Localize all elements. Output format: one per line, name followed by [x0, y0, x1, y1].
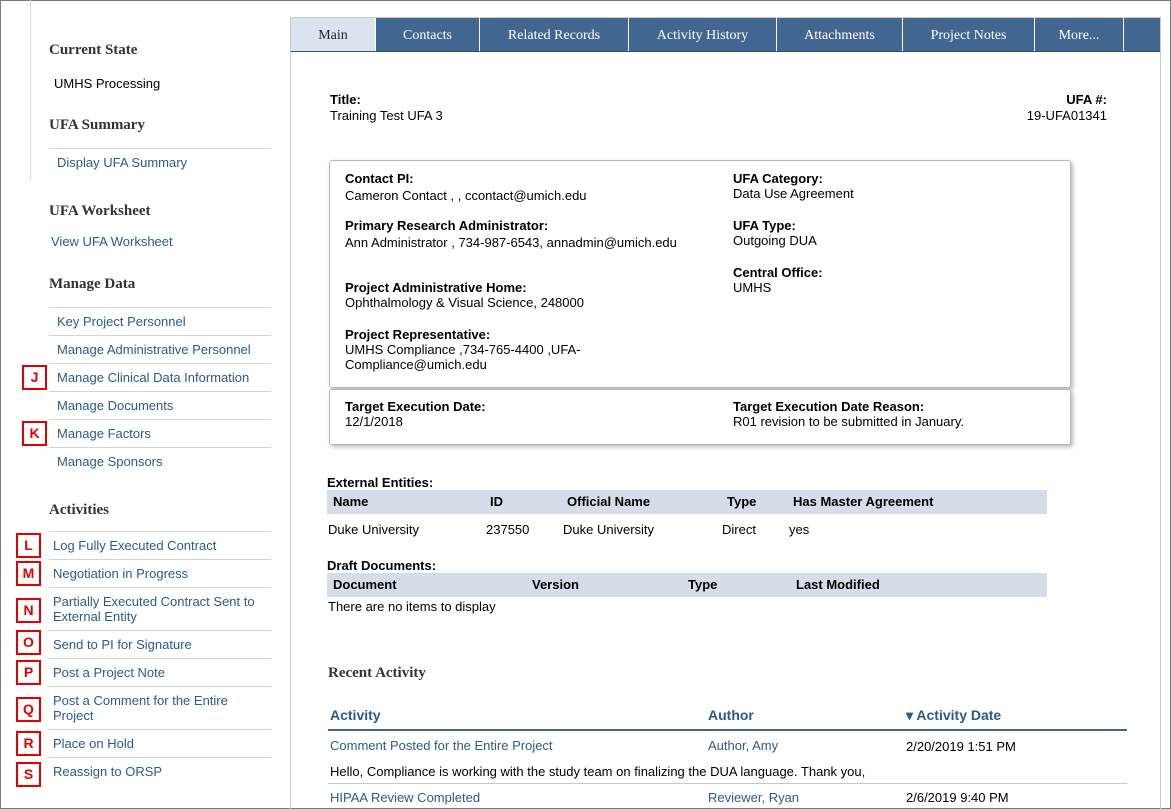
title-label: Title: [330, 92, 361, 107]
annotation-badge-q: Q [16, 697, 41, 722]
external-entities-header: Name ID Official Name Type Has Master Ag… [327, 490, 1047, 514]
current-state-value: UMHS Processing [54, 76, 161, 91]
col-official-name: Official Name [567, 494, 651, 509]
annotation-badge-r: R [16, 731, 41, 756]
entity-official-name: Duke University [563, 522, 655, 537]
central-office-value: UMHS [733, 280, 772, 295]
draft-documents-heading: Draft Documents: [327, 558, 437, 573]
central-office-label: Central Office: [733, 265, 823, 280]
sidebar-divider [30, 0, 31, 180]
col-name: Name [333, 494, 369, 509]
view-ufa-worksheet-link[interactable]: View UFA Worksheet [51, 234, 173, 249]
activity-date: 2/6/2019 9:40 PM [906, 790, 1009, 805]
target-execution-date-label: Target Execution Date: [345, 399, 486, 414]
entity-type: Direct [722, 522, 756, 537]
log-fully-executed-contract-link[interactable]: Log Fully Executed Contract [49, 531, 271, 559]
contact-pi-label: Contact PI: [345, 171, 414, 186]
project-admin-home-label: Project Administrative Home: [345, 280, 527, 295]
draft-documents-empty: There are no items to display [328, 599, 496, 614]
target-execution-reason-value: R01 revision to be submitted in January. [733, 414, 964, 429]
col-doc-type: Type [688, 577, 718, 592]
primary-research-admin-value: Ann Administrator , 734-987-6543, annadm… [345, 235, 677, 250]
post-a-project-note-link[interactable]: Post a Project Note [49, 658, 271, 686]
activity-link[interactable]: Comment Posted for the Entire Project [330, 738, 553, 753]
external-entities-heading: External Entities: [327, 475, 434, 490]
annotation-badge-s: S [16, 762, 41, 787]
primary-research-admin-label: Primary Research Administrator: [345, 218, 549, 233]
col-activity[interactable]: Activity [330, 707, 381, 723]
col-activity-date-label: Activity Date [916, 707, 1002, 723]
annotation-badge-m: M [16, 561, 41, 586]
activity-link[interactable]: HIPAA Review Completed [330, 790, 480, 805]
annotation-badge-j: J [22, 365, 47, 390]
col-type: Type [727, 494, 757, 509]
recent-activity-heading: Recent Activity [328, 665, 426, 681]
manage-clinical-data-information-link[interactable]: Manage Clinical Data Information [49, 363, 271, 391]
activities-heading: Activities [49, 502, 109, 518]
col-activity-date[interactable]: ▾ Activity Date [906, 707, 1001, 724]
reassign-to-orsp-link[interactable]: Reassign to ORSP [49, 757, 271, 785]
annotation-badge-n: N [16, 598, 41, 623]
post-a-comment-for-entire-project-link[interactable]: Post a Comment for the Entire Project [49, 686, 271, 729]
tab-activity-history[interactable]: Activity History [629, 18, 777, 51]
draft-documents-header: Document Version Type Last Modified [327, 573, 1047, 597]
col-version: Version [532, 577, 579, 592]
project-representative-value-line1: UMHS Compliance ,734-765-4400 ,UFA- [345, 342, 581, 357]
ufa-type-value: Outgoing DUA [733, 233, 817, 248]
annotation-badge-o: O [16, 630, 41, 655]
col-author[interactable]: Author [708, 707, 754, 723]
tab-bar: Main Contacts Related Records Activity H… [291, 18, 1160, 52]
ufa-summary-heading: UFA Summary [49, 117, 145, 133]
project-representative-label: Project Representative: [345, 327, 491, 342]
ufa-type-label: UFA Type: [733, 218, 796, 233]
tab-project-notes[interactable]: Project Notes [903, 18, 1035, 51]
target-execution-date-value: 12/1/2018 [345, 414, 403, 429]
title-value: Training Test UFA 3 [330, 108, 443, 123]
entity-name: Duke University [328, 522, 420, 537]
col-id: ID [490, 494, 503, 509]
ufa-number-value: 19-UFA01341 [1026, 108, 1107, 123]
tab-main[interactable]: Main [291, 18, 376, 51]
negotiation-in-progress-link[interactable]: Negotiation in Progress [49, 559, 271, 587]
partially-executed-contract-link[interactable]: Partially Executed Contract Sent to Exte… [49, 587, 271, 630]
current-state-heading: Current State [49, 42, 138, 58]
send-to-pi-for-signature-link[interactable]: Send to PI for Signature [49, 630, 271, 658]
target-execution-reason-label: Target Execution Date Reason: [733, 399, 925, 414]
activity-date: 2/20/2019 1:51 PM [906, 739, 1016, 754]
author-link[interactable]: Author, Amy [708, 738, 778, 753]
manage-documents-link[interactable]: Manage Documents [49, 391, 271, 419]
entity-id: 237550 [486, 522, 530, 537]
recent-activity-header-rule [328, 729, 1127, 731]
main-panel: Main Contacts Related Records Activity H… [290, 17, 1161, 809]
ufa-number-label: UFA #: [1066, 92, 1107, 107]
tab-related-records[interactable]: Related Records [480, 18, 629, 51]
tab-more[interactable]: More... [1035, 18, 1124, 51]
annotation-badge-l: L [16, 533, 41, 558]
manage-administrative-personnel-link[interactable]: Manage Administrative Personnel [49, 335, 271, 363]
annotation-badge-k: K [22, 421, 47, 446]
author-link[interactable]: Reviewer, Ryan [708, 790, 799, 805]
col-document: Document [333, 577, 397, 592]
key-project-personnel-link[interactable]: Key Project Personnel [49, 307, 271, 335]
sort-desc-icon: ▾ [906, 707, 914, 723]
manage-data-heading: Manage Data [49, 276, 136, 292]
col-has-master-agreement: Has Master Agreement [793, 494, 934, 509]
annotation-badge-p: P [16, 660, 41, 685]
col-last-modified: Last Modified [796, 577, 880, 592]
project-admin-home-value: Ophthalmology & Visual Science, 248000 [345, 295, 584, 310]
tab-contacts[interactable]: Contacts [376, 18, 480, 51]
place-on-hold-link[interactable]: Place on Hold [49, 729, 271, 757]
display-ufa-summary-link[interactable]: Display UFA Summary [49, 148, 271, 176]
activity-comment: Hello, Compliance is working with the st… [330, 764, 866, 779]
tab-attachments[interactable]: Attachments [777, 18, 903, 51]
entity-has-master-agreement: yes [789, 522, 810, 537]
contact-pi-value: Cameron Contact , , ccontact@umich.edu [345, 188, 587, 203]
manage-factors-link[interactable]: Manage Factors [49, 419, 271, 447]
ufa-worksheet-heading: UFA Worksheet [49, 203, 151, 219]
manage-sponsors-link[interactable]: Manage Sponsors [49, 447, 271, 475]
ufa-category-label: UFA Category: [733, 171, 823, 186]
project-representative-value-line2: Compliance@umich.edu [345, 357, 487, 372]
row-divider [328, 783, 1127, 784]
ufa-category-value: Data Use Agreement [733, 186, 854, 201]
